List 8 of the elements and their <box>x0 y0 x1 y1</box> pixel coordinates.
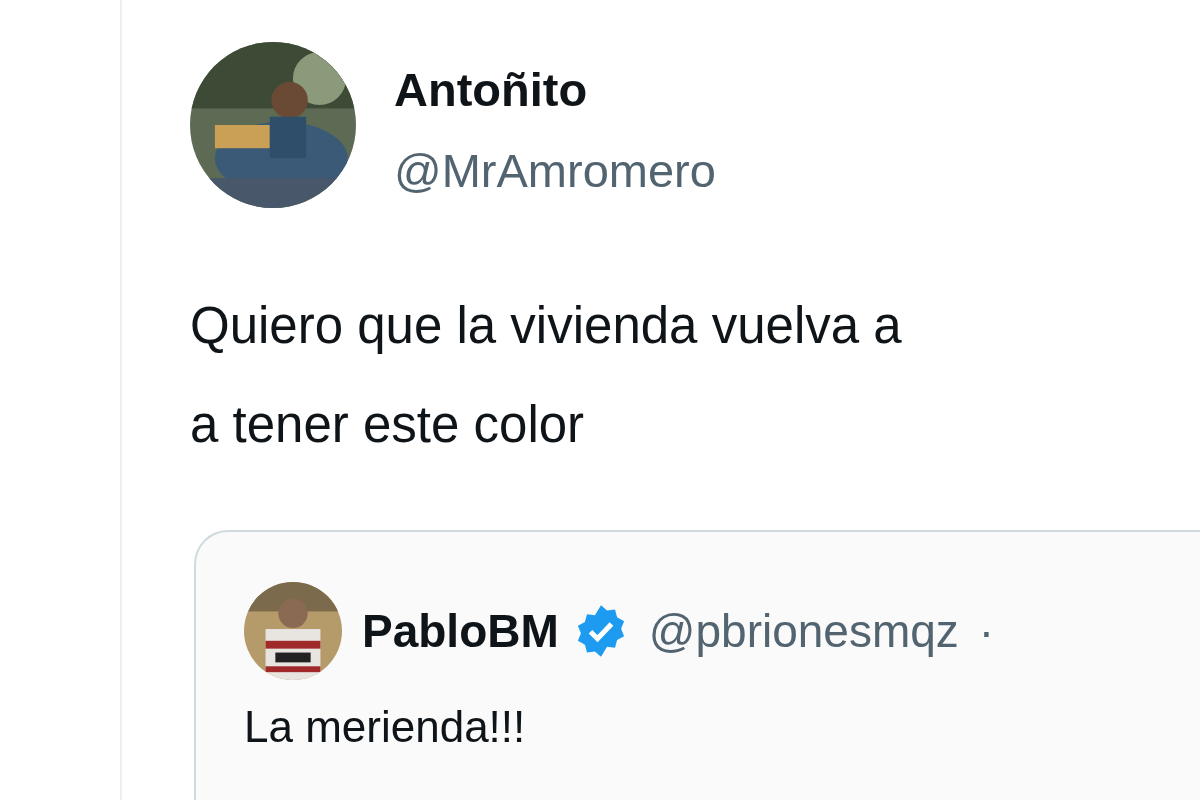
tweet-text-line: a tener este color <box>190 399 585 450</box>
author-name: PabloBM <box>362 603 559 659</box>
author-name[interactable]: Antoñito <box>394 66 716 113</box>
separator-dot: · <box>978 603 995 659</box>
quoted-tweet-text: La merienda!!! <box>244 701 526 753</box>
author-handle[interactable]: @MrAmromero <box>394 147 716 194</box>
quoted-tweet-card[interactable]: PabloBM @pbrionesmqz · La merienda!!! <box>194 530 1200 800</box>
author-handle: @pbrionesmqz <box>648 603 959 659</box>
